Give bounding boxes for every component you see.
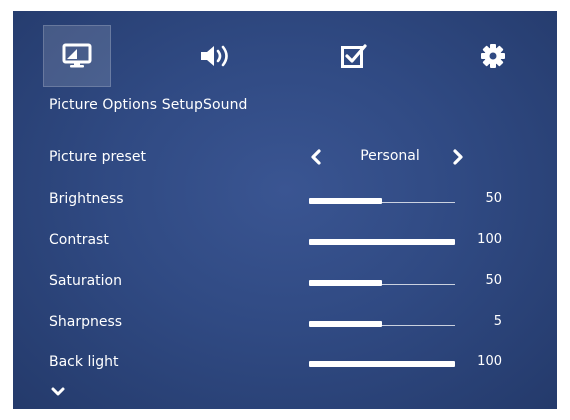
menu-tab-bar	[13, 11, 557, 101]
back-light-slider[interactable]	[309, 360, 455, 368]
tab-label-setup[interactable]: Setup	[162, 97, 203, 113]
picture-monitor-icon	[62, 43, 92, 68]
preset-next-button[interactable]	[448, 146, 468, 168]
tab-label-options[interactable]: Options	[102, 97, 157, 113]
brightness-slider[interactable]	[309, 197, 455, 205]
speaker-volume-icon	[201, 45, 228, 67]
brightness-label: Brightness	[49, 191, 124, 207]
brightness-value: 50	[485, 191, 502, 206]
chevron-left-icon	[311, 149, 321, 165]
settings-screen: Picture Options SetupSound Picture prese…	[13, 11, 557, 409]
slider-fill	[309, 321, 382, 327]
picture-preset-value: Personal	[360, 148, 420, 164]
slider-fill	[309, 280, 382, 286]
checkbox-check-icon	[341, 44, 367, 68]
preset-previous-button[interactable]	[306, 146, 326, 168]
tab-label-picture[interactable]: Picture	[49, 97, 98, 113]
saturation-label: Saturation	[49, 273, 122, 289]
tab-options[interactable]	[459, 25, 527, 87]
saturation-slider[interactable]	[309, 279, 455, 287]
tab-sound[interactable]	[181, 25, 249, 87]
gear-icon	[481, 44, 505, 68]
saturation-row: Saturation 50	[13, 267, 557, 297]
contrast-value: 100	[477, 232, 502, 247]
picture-preset-label: Picture preset	[49, 149, 146, 165]
scroll-more-button[interactable]	[50, 383, 66, 396]
back-light-label: Back light	[49, 354, 119, 370]
tab-labels: Picture Options SetupSound	[49, 97, 248, 113]
slider-fill	[309, 239, 455, 245]
chevron-right-icon	[453, 149, 463, 165]
slider-fill	[309, 198, 382, 204]
picture-preset-row[interactable]: Picture preset Personal	[13, 143, 557, 173]
contrast-row: Contrast 100	[13, 226, 557, 256]
sharpness-value: 5	[493, 314, 502, 329]
saturation-value: 50	[485, 273, 502, 288]
contrast-label: Contrast	[49, 232, 109, 248]
contrast-slider[interactable]	[309, 238, 455, 246]
chevron-down-icon	[51, 387, 65, 396]
sharpness-label: Sharpness	[49, 314, 123, 330]
brightness-row: Brightness 50	[13, 185, 557, 215]
tab-label-sound[interactable]: Sound	[203, 97, 248, 113]
back-light-row: Back light 100	[13, 348, 557, 378]
sharpness-slider[interactable]	[309, 320, 455, 328]
tab-setup[interactable]	[320, 25, 388, 87]
tab-picture[interactable]	[43, 25, 111, 87]
back-light-value: 100	[477, 354, 502, 369]
slider-fill	[309, 361, 455, 367]
sharpness-row: Sharpness 5	[13, 308, 557, 338]
